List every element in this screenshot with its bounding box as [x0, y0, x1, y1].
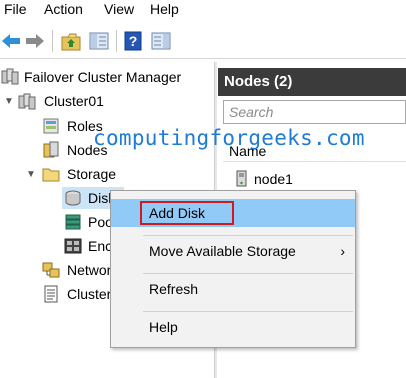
annotation-highlight-box [140, 201, 234, 225]
menu-item-help[interactable]: Help [111, 313, 355, 341]
forward-icon[interactable] [24, 30, 46, 52]
menu-separator [143, 311, 353, 312]
menu-separator [143, 235, 353, 236]
failover-cluster-manager-icon [1, 68, 19, 86]
menu-item-move-available-storage[interactable]: Move Available Storage › [111, 237, 355, 265]
menu-help[interactable]: Help [150, 1, 179, 17]
menu-item-refresh[interactable]: Refresh [111, 275, 355, 303]
up-folder-icon[interactable] [60, 30, 82, 52]
expand-chevron-icon[interactable]: ▼ [4, 96, 14, 107]
toolbar-separator [52, 30, 53, 52]
menu-item-label: Move Available Storage [149, 243, 296, 259]
svg-text:?: ? [129, 33, 138, 49]
tree-item-networks[interactable]: Networ [67, 259, 111, 281]
toolbar: ? [0, 24, 406, 59]
search-input[interactable]: Search [223, 100, 406, 124]
node-name: node1 [254, 171, 293, 187]
menu-file[interactable]: File [4, 1, 27, 17]
cluster-icon [18, 92, 36, 110]
server-node-icon [234, 170, 250, 188]
menu-separator [143, 273, 353, 274]
disks-icon [64, 189, 82, 207]
pane-title: Nodes (2) [218, 68, 406, 96]
cluster-events-icon [42, 285, 60, 303]
tree-item-storage[interactable]: Storage [67, 163, 116, 185]
tree-item-cluster01[interactable]: Cluster01 [44, 90, 104, 112]
menu-bar: File Action View Help [0, 0, 406, 22]
back-icon[interactable] [0, 30, 22, 52]
roles-icon [42, 117, 60, 135]
storage-folder-icon [42, 165, 60, 183]
enclosures-icon [64, 237, 82, 255]
help-icon[interactable]: ? [122, 30, 144, 52]
pools-icon [64, 213, 82, 231]
expand-chevron-icon[interactable]: ▼ [26, 169, 36, 180]
show-hide-console-tree-icon[interactable] [88, 30, 110, 52]
nodes-icon [42, 141, 60, 159]
menu-view[interactable]: View [104, 1, 134, 17]
tree-item-failover-cluster-manager[interactable]: Failover Cluster Manager [24, 66, 181, 88]
submenu-arrow-icon: › [340, 243, 345, 259]
action-pane-icon[interactable] [150, 30, 172, 52]
tree-item-enclosures[interactable]: Enc [88, 235, 112, 257]
watermark: computingforgeeks.com [93, 126, 365, 150]
toolbar-separator [116, 30, 117, 52]
menu-action[interactable]: Action [44, 1, 83, 17]
networks-icon [42, 261, 60, 279]
tree-item-cluster-events[interactable]: Cluster [67, 283, 111, 305]
